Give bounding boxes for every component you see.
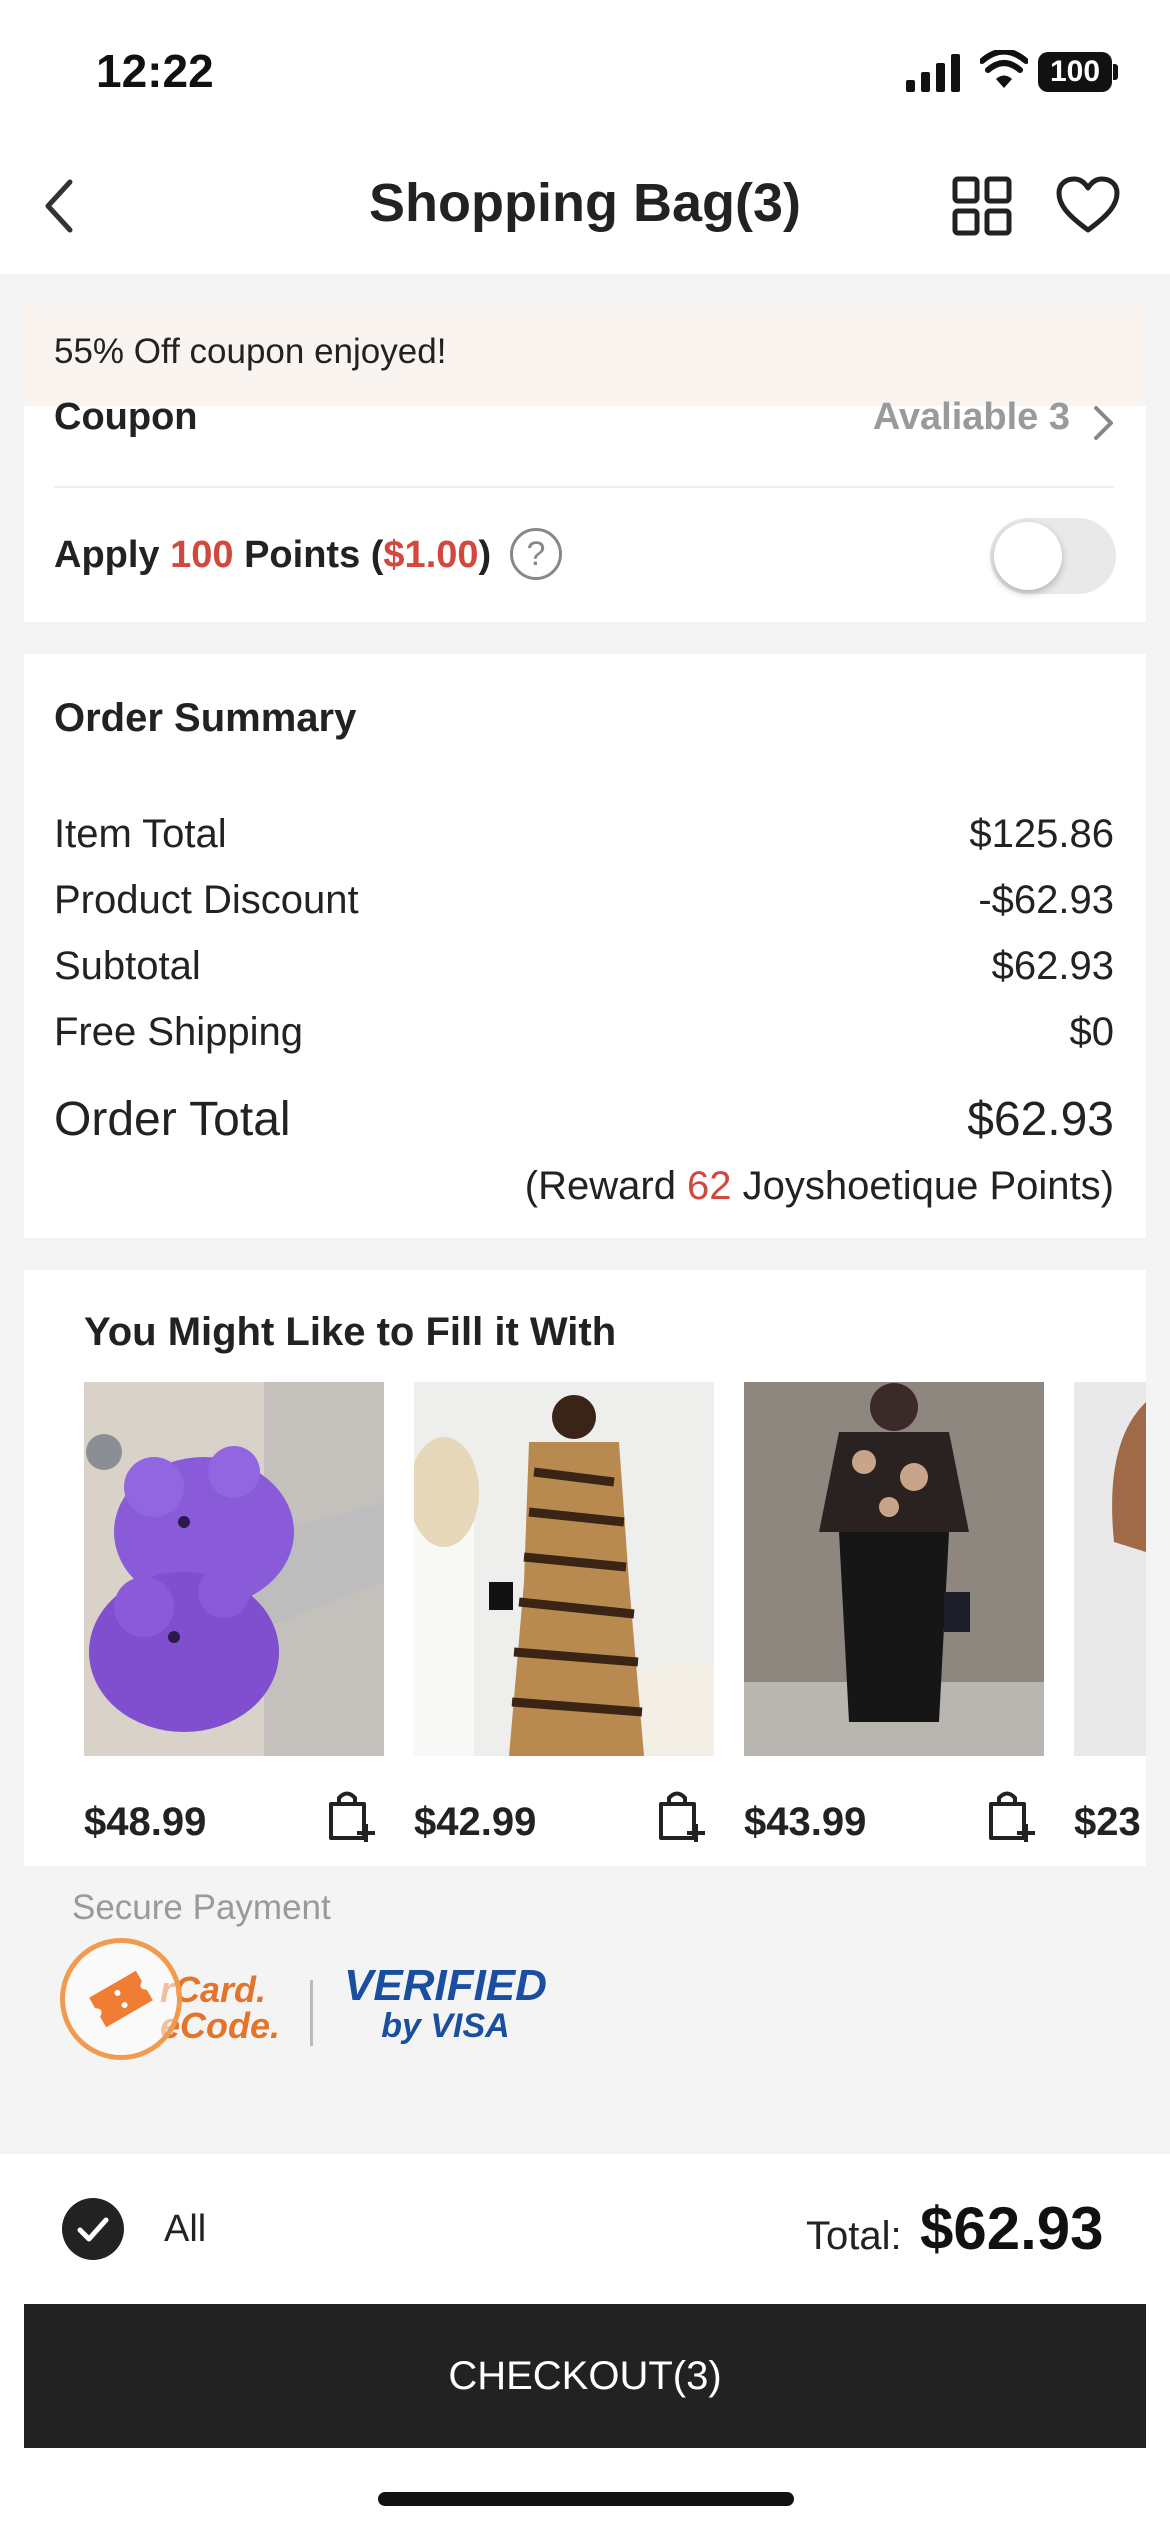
status-time: 12:22 — [96, 45, 214, 97]
verified-by-visa-logo: VERIFIED by VISA — [344, 1961, 547, 2046]
add-to-bag-icon[interactable] — [656, 1788, 708, 1844]
subtotal-label: Subtotal — [54, 944, 201, 988]
product-image-slippers[interactable] — [84, 1382, 384, 1756]
total-label: Total: — [806, 2214, 902, 2258]
item-total-label: Item Total — [54, 812, 227, 856]
total-amount: $62.93 — [920, 2195, 1104, 2262]
apply-points-label: Apply 100 Points ($1.00) — [54, 534, 492, 576]
product-image-partial[interactable] — [1074, 1382, 1146, 1756]
wifi-icon — [980, 50, 1028, 88]
product-price: $42.99 — [414, 1800, 537, 1844]
home-indicator — [378, 2492, 794, 2506]
select-all-checkbox[interactable] — [62, 2198, 124, 2260]
suggestions-title: You Might Like to Fill it With — [84, 1310, 617, 1354]
grid-icon[interactable] — [952, 176, 1012, 236]
item-total-value: $125.86 — [969, 812, 1114, 856]
logo-separator — [310, 1980, 313, 2046]
product-price: $43.99 — [744, 1800, 867, 1844]
toggle-knob[interactable] — [994, 522, 1062, 590]
shipping-label: Free Shipping — [54, 1010, 304, 1054]
select-all-label[interactable]: All — [164, 2208, 206, 2251]
coupon-banner-text: 55% Off coupon enjoyed! — [54, 332, 447, 371]
order-summary-title: Order Summary — [54, 696, 357, 740]
divider — [54, 486, 1114, 488]
product-price: $48.99 — [84, 1800, 207, 1844]
product-discount-label: Product Discount — [54, 878, 359, 922]
checkout-button[interactable]: CHECKOUT(3) — [24, 2304, 1146, 2448]
add-to-bag-icon[interactable] — [326, 1788, 378, 1844]
signal-icon — [906, 54, 960, 92]
product-discount-value: -$62.93 — [978, 878, 1114, 922]
coupon-available[interactable]: Avaliable 3 — [873, 396, 1070, 439]
heart-icon[interactable] — [1056, 176, 1120, 234]
check-icon — [77, 2217, 109, 2242]
coupon-tag-icon[interactable] — [86, 1968, 156, 2030]
secure-payment-label: Secure Payment — [72, 1888, 331, 1927]
chevron-right-icon[interactable] — [1092, 404, 1116, 442]
product-image-floral-outfit[interactable] — [744, 1382, 1044, 1756]
add-to-bag-icon[interactable] — [986, 1788, 1038, 1844]
battery-tip — [1113, 64, 1118, 80]
battery-indicator: 100 — [1038, 52, 1112, 92]
order-total-value: $62.93 — [967, 1093, 1114, 1146]
order-total-label: Order Total — [54, 1093, 291, 1146]
subtotal-value: $62.93 — [991, 944, 1114, 988]
shipping-value: $0 — [1069, 1010, 1115, 1054]
product-image-tiger-dress[interactable] — [414, 1382, 714, 1756]
help-icon[interactable]: ? — [510, 528, 562, 580]
reward-points-text: (Reward 62 Joyshoetique Points) — [524, 1164, 1114, 1208]
product-price: $23 — [1074, 1800, 1141, 1844]
coupon-label[interactable]: Coupon — [54, 396, 198, 439]
